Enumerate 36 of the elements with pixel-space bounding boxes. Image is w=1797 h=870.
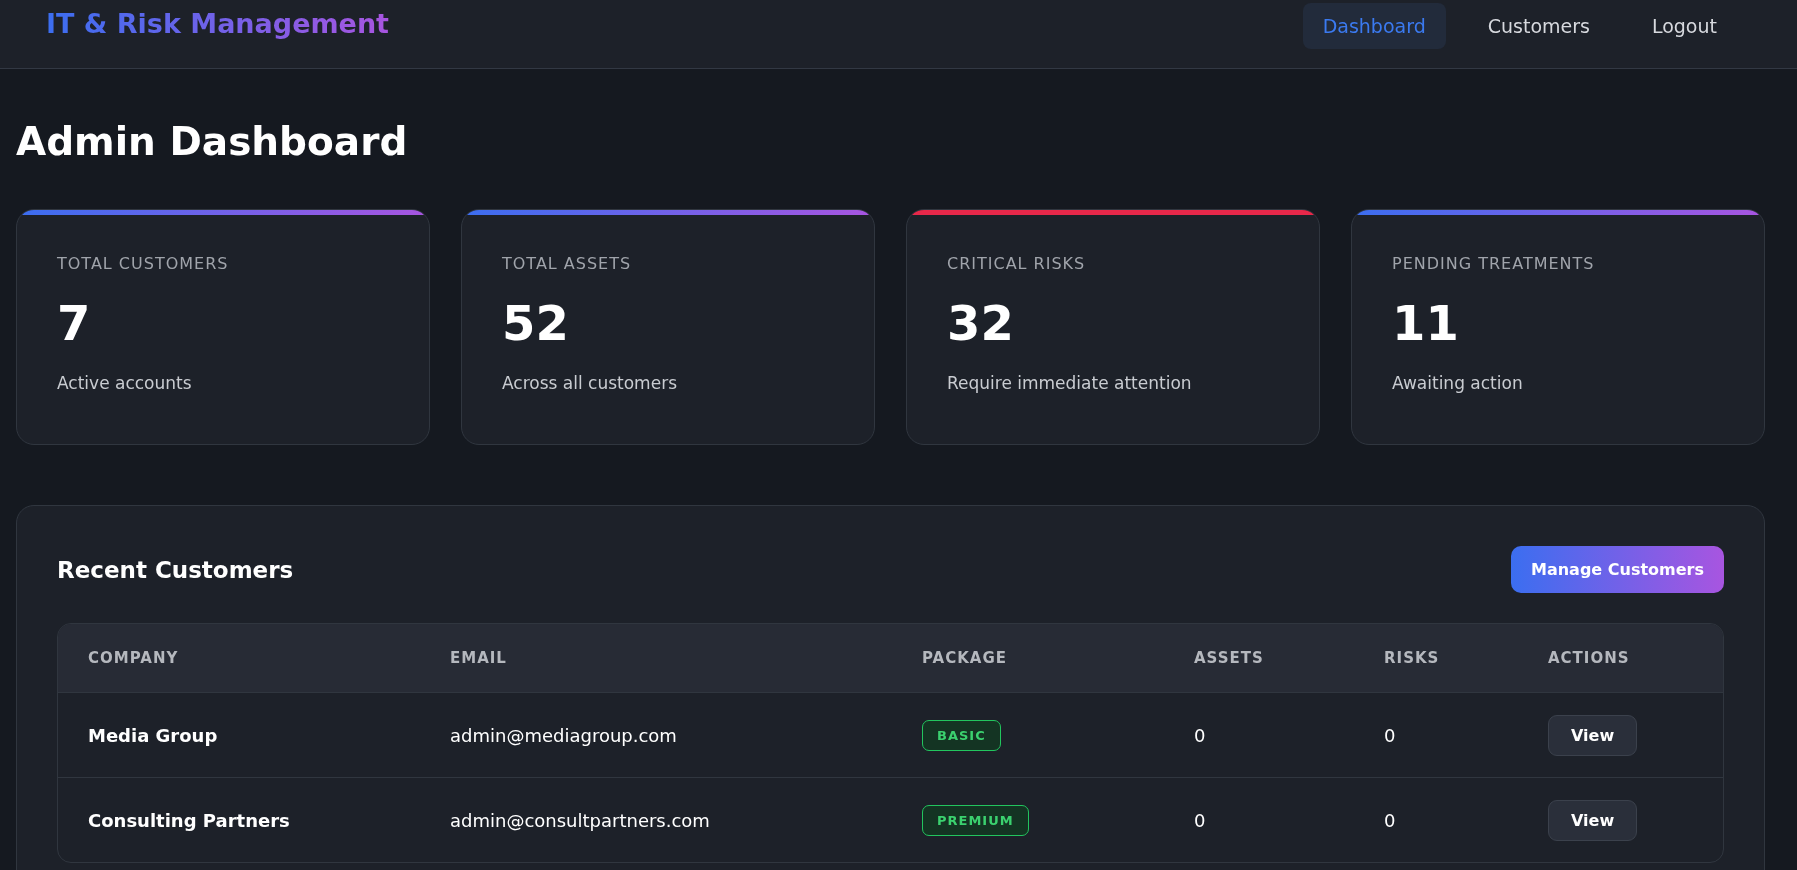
company-cell-text: Consulting Partners: [88, 809, 291, 831]
nav-link[interactable]: Dashboard: [1302, 3, 1446, 49]
nav-link[interactable]: Customers: [1467, 3, 1610, 49]
view-button[interactable]: View: [1548, 799, 1638, 841]
email-cell-text: admin@consultpartners.com: [450, 809, 711, 831]
email-cell-text: admin@mediagroup.com: [450, 724, 678, 746]
manage-customers-button[interactable]: Manage Customers: [1511, 546, 1724, 593]
stat-caption: Across all customers: [502, 373, 678, 393]
nav-link[interactable]: Logout: [1631, 3, 1737, 49]
stat-value: 7: [57, 295, 92, 351]
stat-value: 32: [947, 295, 1015, 351]
risks-cell-text: 0: [1384, 724, 1397, 746]
assets-cell-text: 0: [1194, 809, 1207, 831]
stat-caption: Require immediate attention: [947, 373, 1193, 393]
stat-caption: Active accounts: [57, 373, 193, 393]
column-header: EMAIL: [450, 649, 508, 667]
package-badge: PREMIUM: [922, 804, 1029, 836]
stat-label: CRITICAL RISKS: [947, 254, 1087, 273]
stat-label: PENDING TREATMENTS: [1392, 254, 1596, 273]
stat-caption: Awaiting action: [1392, 373, 1524, 393]
column-header: ACTIONS: [1548, 649, 1631, 667]
column-header: COMPANY: [88, 649, 180, 667]
stat-label: TOTAL ASSETS: [502, 254, 633, 273]
risks-cell-text: 0: [1384, 809, 1397, 831]
package-badge: BASIC: [922, 719, 1001, 751]
column-header: PACKAGE: [922, 649, 1009, 667]
stat-label: TOTAL CUSTOMERS: [57, 254, 230, 273]
stat-value: 11: [1392, 295, 1460, 351]
section-title: Recent Customers: [57, 556, 294, 583]
column-header: ASSETS: [1194, 649, 1265, 667]
assets-cell-text: 0: [1194, 724, 1207, 746]
stat-value: 52: [502, 295, 570, 351]
page-title: Admin Dashboard: [16, 119, 409, 164]
company-cell-text: Media Group: [88, 724, 219, 746]
view-button[interactable]: View: [1548, 714, 1638, 756]
column-header: RISKS: [1384, 649, 1441, 667]
